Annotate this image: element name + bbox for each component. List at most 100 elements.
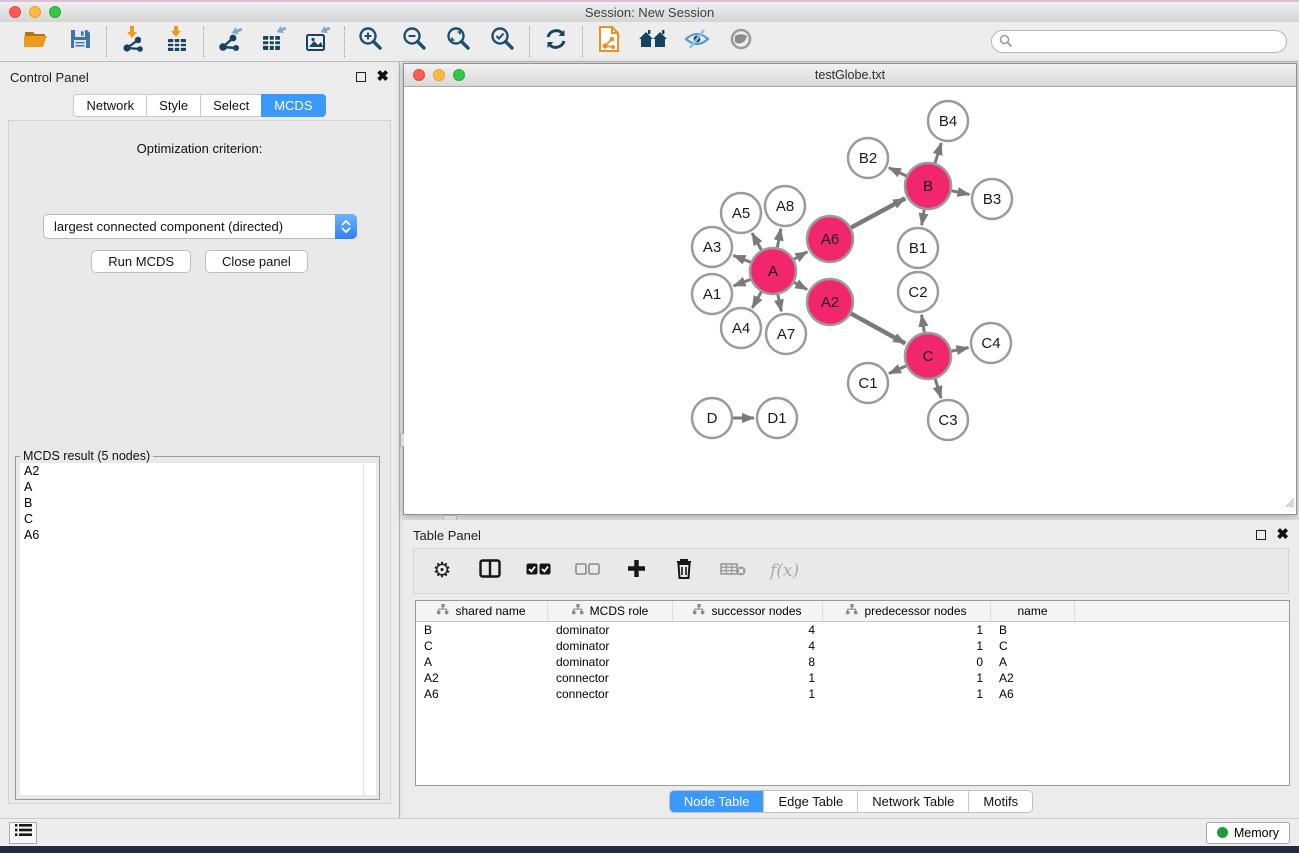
maximize-network-button[interactable] — [453, 69, 465, 81]
delete-column-button[interactable] — [672, 558, 696, 584]
table-row[interactable]: A2connector11A2 — [416, 670, 1289, 686]
mcds-result-list[interactable]: A2ABCA6 — [20, 463, 363, 795]
graph-edge-C-C3[interactable] — [935, 379, 941, 398]
close-panel-button[interactable]: Close panel — [205, 250, 308, 273]
network-graph[interactable]: B4B2BB3B1A5A8A6A3AA1C2A2A4A7C4CC1C3DD1 — [404, 87, 1296, 514]
tab-network[interactable]: Network — [73, 94, 146, 117]
graph-edge-A2-C[interactable] — [851, 314, 905, 344]
tab-node-table[interactable]: Node Table — [670, 791, 765, 812]
table-cell[interactable]: 0 — [823, 655, 991, 669]
table-cell[interactable]: dominator — [548, 623, 673, 637]
float-table-panel-icon[interactable] — [1256, 530, 1266, 540]
delete-table-button[interactable] — [720, 558, 746, 584]
zoom-fit-button[interactable] — [445, 28, 473, 56]
table-cell[interactable]: 1 — [823, 639, 991, 653]
import-network-button[interactable] — [119, 28, 147, 56]
table-cell[interactable]: B — [416, 623, 548, 637]
column-header-predecessor-nodes[interactable]: predecessor nodes — [823, 601, 991, 621]
resize-grip-icon[interactable] — [1283, 495, 1295, 513]
task-history-button[interactable] — [9, 822, 37, 844]
table-cell[interactable]: dominator — [548, 639, 673, 653]
table-cell[interactable]: C — [416, 639, 548, 653]
graph-edge-B-B1[interactable] — [922, 210, 925, 226]
minimize-network-button[interactable] — [433, 69, 445, 81]
graph-edge-C-C2[interactable] — [922, 315, 925, 333]
select-all-button[interactable] — [526, 558, 551, 584]
graph-edge-B-B3[interactable] — [952, 191, 970, 195]
table-cell[interactable]: 1 — [673, 671, 823, 685]
search-input[interactable] — [991, 30, 1287, 53]
export-table-button[interactable] — [260, 28, 288, 56]
column-header-name[interactable]: name — [991, 601, 1075, 621]
result-scrollbar[interactable] — [363, 463, 376, 795]
table-row[interactable]: Cdominator41C — [416, 638, 1289, 654]
table-cell[interactable]: B — [991, 623, 1075, 637]
result-item[interactable]: A2 — [20, 463, 363, 479]
open-session-button[interactable] — [22, 28, 50, 56]
zoom-selected-button[interactable] — [489, 28, 517, 56]
export-network-button[interactable] — [216, 28, 244, 56]
zoom-out-button[interactable] — [401, 28, 429, 56]
table-cell[interactable]: A — [991, 655, 1075, 669]
column-header-successor-nodes[interactable]: successor nodes — [673, 601, 823, 621]
table-cell[interactable]: A6 — [416, 687, 548, 701]
table-cell[interactable]: dominator — [548, 655, 673, 669]
table-cell[interactable]: 1 — [673, 687, 823, 701]
result-item[interactable]: C — [20, 511, 363, 527]
graph-edge-A-A6[interactable] — [794, 252, 807, 260]
table-cell[interactable]: A2 — [416, 671, 548, 685]
export-image-button[interactable] — [304, 28, 332, 56]
table-row[interactable]: Adominator80A — [416, 654, 1289, 670]
graph-edge-A-A7[interactable] — [778, 295, 782, 312]
network-canvas[interactable]: B4B2BB3B1A5A8A6A3AA1C2A2A4A7C4CC1C3DD1 — [404, 87, 1296, 514]
function-builder-button[interactable]: f(x) — [770, 558, 799, 584]
graph-edge-B-B2[interactable] — [889, 168, 906, 176]
table-cell[interactable]: connector — [548, 687, 673, 701]
minimize-window-button[interactable] — [29, 6, 41, 18]
tab-select[interactable]: Select — [200, 94, 261, 117]
hide-selection-button[interactable] — [683, 28, 711, 56]
import-table-button[interactable] — [163, 28, 191, 56]
maximize-window-button[interactable] — [49, 6, 61, 18]
optimization-criterion-select[interactable]: largest connected component (directed) — [43, 214, 357, 239]
refresh-layout-button[interactable] — [542, 28, 570, 56]
float-panel-icon[interactable] — [356, 72, 366, 82]
save-session-button[interactable] — [66, 28, 94, 56]
table-cell[interactable]: 1 — [823, 671, 991, 685]
column-header-MCDS-role[interactable]: MCDS role — [548, 601, 673, 621]
node-table[interactable]: shared nameMCDS rolesuccessor nodesprede… — [415, 600, 1290, 786]
graph-edge-A6-B[interactable] — [851, 198, 905, 227]
result-item[interactable]: B — [20, 495, 363, 511]
tab-network-table[interactable]: Network Table — [858, 791, 969, 812]
table-cell[interactable]: A — [416, 655, 548, 669]
graph-edge-B-B4[interactable] — [935, 143, 941, 163]
graph-edge-A-A2[interactable] — [794, 282, 807, 289]
table-cell[interactable]: 1 — [823, 687, 991, 701]
tab-motifs[interactable]: Motifs — [969, 791, 1032, 812]
home-layouts-button[interactable] — [639, 28, 667, 56]
graph-edge-C-C1[interactable] — [889, 366, 906, 374]
table-cell[interactable]: A2 — [991, 671, 1075, 685]
graph-edge-A-A5[interactable] — [752, 233, 761, 250]
create-column-button[interactable] — [624, 558, 648, 584]
graph-edge-A-A1[interactable] — [734, 279, 751, 285]
table-row[interactable]: Bdominator41B — [416, 622, 1289, 638]
deselect-all-button[interactable] — [575, 558, 600, 584]
result-item[interactable]: A — [20, 479, 363, 495]
close-table-panel-icon[interactable]: ✖ — [1276, 530, 1289, 540]
table-row[interactable]: A6connector11A6 — [416, 686, 1289, 702]
graph-edge-A-A3[interactable] — [733, 255, 750, 262]
table-cell[interactable]: 4 — [673, 623, 823, 637]
show-eye-button[interactable] — [727, 28, 755, 56]
tab-style[interactable]: Style — [146, 94, 200, 117]
zoom-in-button[interactable] — [357, 28, 385, 56]
column-header-shared-name[interactable]: shared name — [416, 601, 548, 621]
tab-edge-table[interactable]: Edge Table — [764, 791, 858, 812]
close-panel-icon[interactable]: ✖ — [376, 72, 389, 82]
table-cell[interactable]: 8 — [673, 655, 823, 669]
table-cell[interactable]: 4 — [673, 639, 823, 653]
close-window-button[interactable] — [9, 6, 21, 18]
network-window-titlebar[interactable]: testGlobe.txt — [404, 64, 1296, 87]
result-item[interactable]: A6 — [20, 527, 363, 543]
table-settings-button[interactable]: ⚙ — [430, 558, 454, 584]
